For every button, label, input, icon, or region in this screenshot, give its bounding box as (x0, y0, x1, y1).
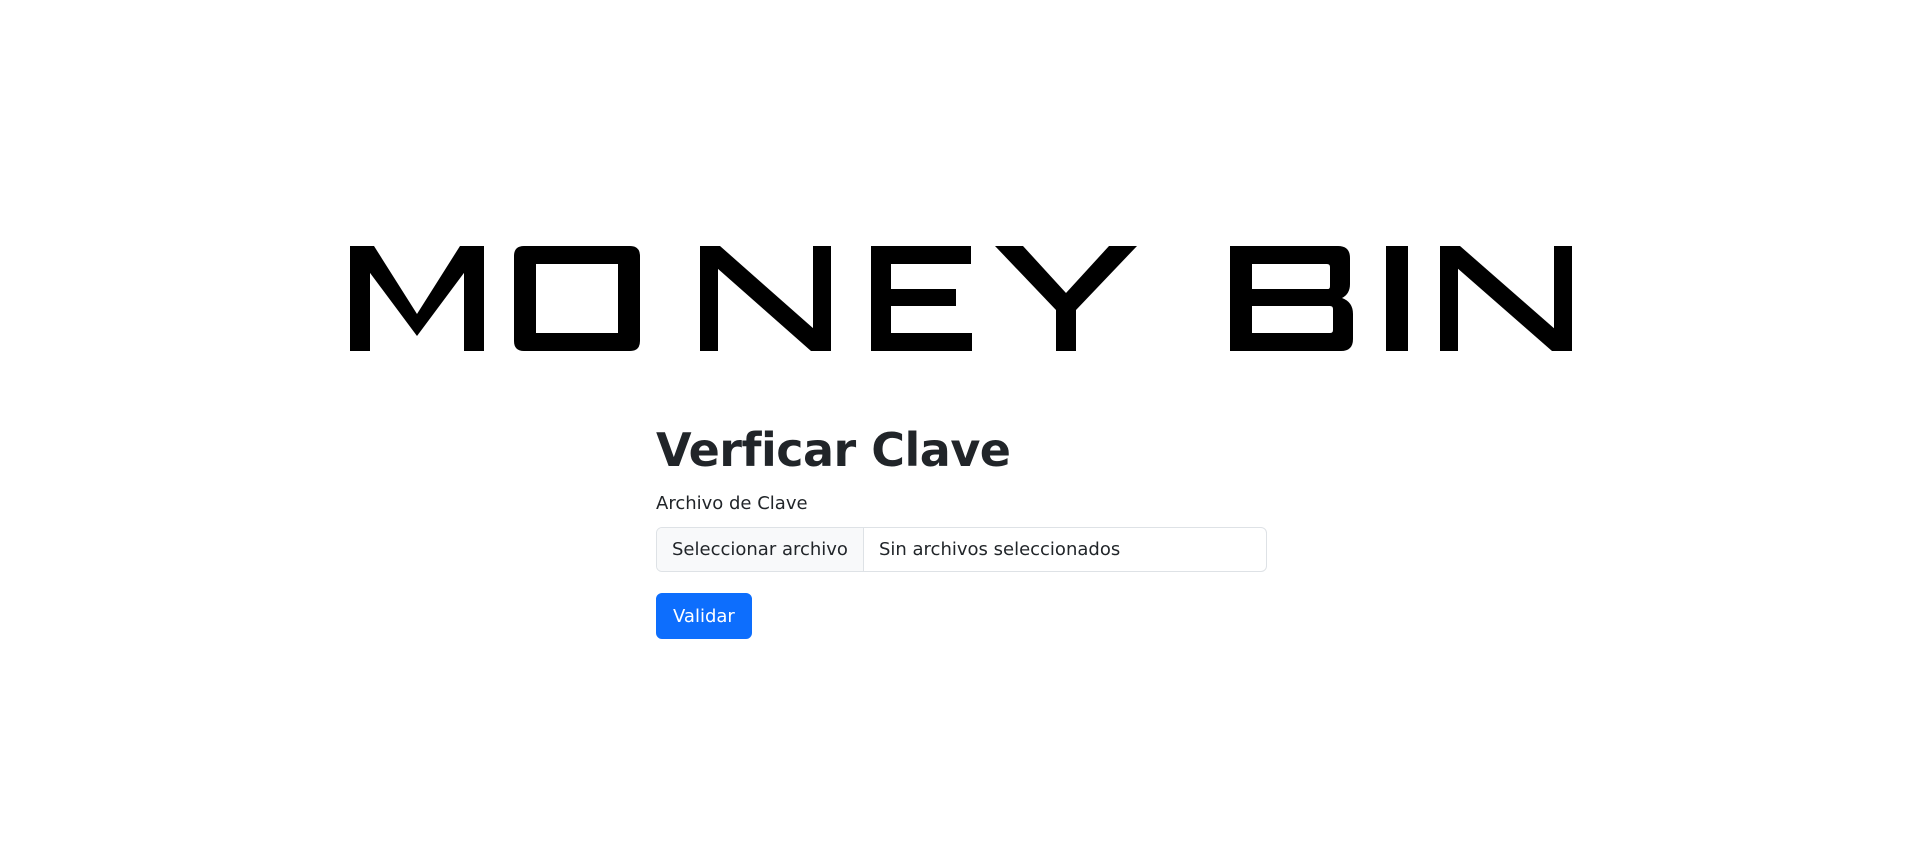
page: Verficar Clave Archivo de Clave Seleccio… (0, 0, 1915, 863)
select-file-button[interactable]: Seleccionar archivo (657, 528, 864, 571)
page-title: Verficar Clave (656, 423, 1011, 477)
file-status-text: Sin archivos seleccionados (878, 539, 1121, 560)
validate-button[interactable]: Validar (656, 593, 752, 639)
file-field-label: Archivo de Clave (656, 493, 808, 514)
key-file-input[interactable]: Seleccionar archivo Sin archivos selecci… (656, 527, 1267, 572)
logo-graphic (350, 246, 1572, 351)
verify-key-form: Verficar Clave Archivo de Clave Seleccio… (656, 418, 1269, 639)
money-bin-logo (350, 246, 1572, 351)
